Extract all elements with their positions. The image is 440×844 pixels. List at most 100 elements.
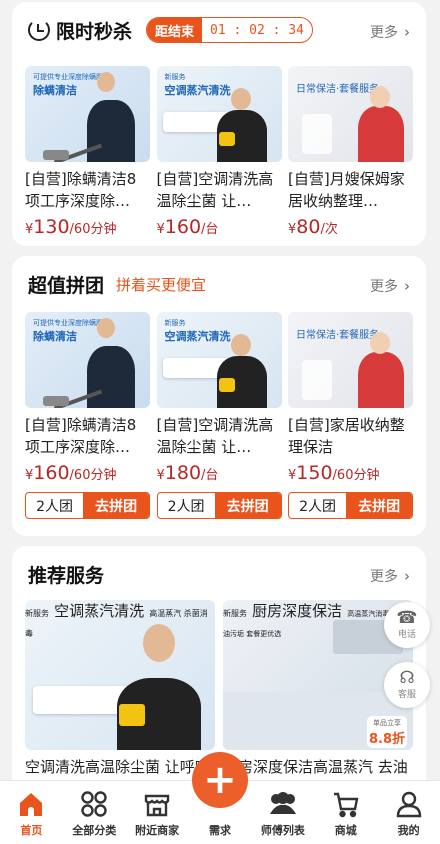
product-name: [自营]家居收纳整理保洁: [288, 416, 405, 456]
recommend-more-link[interactable]: 更多 ›: [370, 566, 410, 586]
team-size-label: 2人团: [299, 498, 337, 515]
discount-value: 8.8折: [368, 731, 406, 747]
chevron-right-icon: ›: [404, 277, 410, 295]
price-unit: /台: [201, 222, 219, 237]
tab-label: 首页: [20, 824, 43, 837]
grid-icon: [80, 789, 108, 819]
price-value: 150: [296, 462, 333, 484]
tab-mine[interactable]: 我的: [377, 781, 440, 844]
countdown-timer: 距结束 01 : 02 : 34: [146, 17, 313, 43]
tab-nearby-stores[interactable]: 附近商家: [126, 781, 189, 844]
tab-label: 师傅列表: [260, 824, 305, 837]
chevron-right-icon: ›: [404, 567, 410, 585]
product-price: ¥80/次: [288, 216, 413, 238]
product-card[interactable]: 日常保洁·套餐服务 [自营]家居收纳整理保洁 ¥150/60分钟 2人团 去拼团: [288, 312, 413, 519]
user-icon: [395, 789, 423, 819]
product-price: ¥150/60分钟: [288, 462, 413, 484]
image-title: 日常保洁·套餐服务: [296, 84, 380, 95]
more-label: 更多: [370, 569, 398, 585]
image-title: 日常保洁·套餐服务: [296, 330, 380, 341]
price-unit: /60分钟: [69, 222, 117, 237]
customer-service-label: 客服: [397, 690, 416, 700]
tab-mall[interactable]: 商城: [314, 781, 377, 844]
image-title: 空调蒸汽清洗: [164, 330, 231, 343]
price-value: 80: [296, 216, 321, 238]
home-icon: [17, 789, 45, 819]
tab-label: 附近商家: [135, 824, 180, 837]
tab-technicians[interactable]: 师傅列表: [251, 781, 314, 844]
cart-icon: [332, 789, 360, 819]
flash-sale-list: 可提供专业深度除螨服务 除螨清洁 [自营]除螨清洁8项工序深度除… ¥130/6…: [25, 66, 413, 238]
group-buy-subtitle: 拼着买更便宜: [116, 275, 207, 294]
currency-symbol: ¥: [156, 222, 165, 237]
tab-label: 商城: [334, 824, 357, 837]
group-buy-action: 2人团 去拼团: [25, 492, 150, 519]
plus-icon: +: [203, 757, 237, 803]
more-label: 更多: [370, 25, 398, 41]
headset-icon: ☊: [399, 668, 415, 688]
recommend-title: 推荐服务: [28, 564, 105, 587]
tab-label: 全部分类: [72, 824, 117, 837]
discount-label: 单品立享: [373, 718, 401, 727]
tab-all-categories[interactable]: 全部分类: [63, 781, 126, 844]
join-group-button[interactable]: 去拼团: [214, 493, 281, 518]
product-image: 可提供专业深度除螨服务 除螨清洁: [25, 66, 150, 162]
price-unit: /60分钟: [332, 468, 380, 483]
group-buy-action: 2人团 去拼团: [156, 492, 282, 519]
product-card[interactable]: 可提供专业深度除螨服务 除螨清洁 [自营]除螨清洁8项工序深度除… ¥160/6…: [25, 312, 150, 519]
price-unit: /60分钟: [69, 468, 117, 483]
publish-demand-button[interactable]: +: [192, 752, 248, 808]
join-group-button[interactable]: 去拼团: [346, 493, 412, 518]
product-price: ¥180/台: [157, 462, 282, 484]
more-label: 更多: [370, 279, 398, 295]
group-buy-card: 超值拼团 拼着买更便宜 更多 › 可提供专业深度除螨服务 除螨清洁 [自营]除螨…: [12, 256, 426, 536]
price-unit: /台: [201, 468, 219, 483]
product-card[interactable]: 可提供专业深度除螨服务 除螨清洁 [自营]除螨清洁8项工序深度除… ¥130/6…: [25, 66, 150, 238]
group-buy-list: 可提供专业深度除螨服务 除螨清洁 [自营]除螨清洁8项工序深度除… ¥160/6…: [25, 312, 413, 519]
product-price: ¥160/台: [157, 216, 282, 238]
product-image: 新服务 空调蒸汽清洗: [156, 66, 282, 162]
flash-sale-card: 限时秒杀 距结束 01 : 02 : 34 更多 › 可提供专业深度除螨服务 除…: [12, 2, 426, 246]
product-price: ¥130/60分钟: [25, 216, 150, 238]
image-title: 厨房深度保洁: [252, 602, 343, 620]
team-size-label: 2人团: [167, 498, 205, 515]
product-card[interactable]: 新服务 空调蒸汽清洗 [自营]空调清洗高温除尘菌 让… ¥180/台 2人团 去…: [156, 312, 282, 519]
product-name: [自营]除螨清洁8项工序深度除…: [25, 170, 137, 210]
tab-home[interactable]: 首页: [0, 781, 63, 844]
flash-sale-header: 限时秒杀 距结束 01 : 02 : 34 更多 ›: [28, 2, 410, 58]
product-image: 日常保洁·套餐服务: [288, 66, 413, 162]
join-group-button[interactable]: 去拼团: [83, 493, 149, 518]
price-value: 160: [164, 216, 202, 238]
image-caption: 新服务: [164, 319, 186, 327]
clock-icon: [28, 19, 50, 41]
tab-label: 需求: [209, 824, 231, 837]
image-title: 空调蒸汽清洗: [164, 84, 231, 97]
group-buy-title: 超值拼团: [28, 274, 105, 297]
chevron-right-icon: ›: [404, 23, 410, 41]
group-buy-more-link[interactable]: 更多 ›: [370, 276, 410, 296]
price-value: 130: [33, 216, 70, 238]
price-value: 160: [33, 462, 70, 484]
price-unit: /次: [320, 222, 338, 237]
product-card[interactable]: 新服务 空调蒸汽清洗 [自营]空调清洗高温除尘菌 让… ¥160/台: [156, 66, 282, 238]
product-image: 新服务 空调蒸汽清洗: [156, 312, 282, 408]
discount-badge: 单品立享 8.8折: [367, 716, 407, 748]
product-image: 可提供专业深度除螨服务 除螨清洁: [25, 312, 150, 408]
countdown-label: 距结束: [147, 18, 203, 42]
store-icon: [143, 789, 171, 819]
flash-sale-more-link[interactable]: 更多 ›: [370, 22, 410, 42]
customer-service-button[interactable]: ☊ 客服: [384, 662, 430, 708]
image-title: 空调蒸汽清洗: [54, 602, 145, 620]
product-name: [自营]空调清洗高温除尘菌 让…: [156, 416, 274, 456]
phone-button[interactable]: ☎ 电话: [384, 602, 430, 648]
image-caption: 新服务: [164, 73, 186, 81]
product-card[interactable]: 日常保洁·套餐服务 [自营]月嫂保姆家居收纳整理… ¥80/次: [288, 66, 413, 238]
service-image: 新服务 空调蒸汽清洗 高温蒸汽 杀菌消毒: [25, 600, 215, 750]
image-title: 除螨清洁: [33, 84, 77, 97]
phone-label: 电话: [397, 630, 416, 640]
product-image: 日常保洁·套餐服务: [288, 312, 413, 408]
recommend-header: 推荐服务 更多 ›: [28, 546, 410, 602]
product-price: ¥160/60分钟: [25, 462, 150, 484]
service-card[interactable]: 新服务 空调蒸汽清洗 高温蒸汽 杀菌消毒 空调清洗高温除尘菌 让呼吸更清新 让感…: [25, 600, 215, 800]
countdown-time: 01 : 02 : 34: [210, 22, 304, 38]
